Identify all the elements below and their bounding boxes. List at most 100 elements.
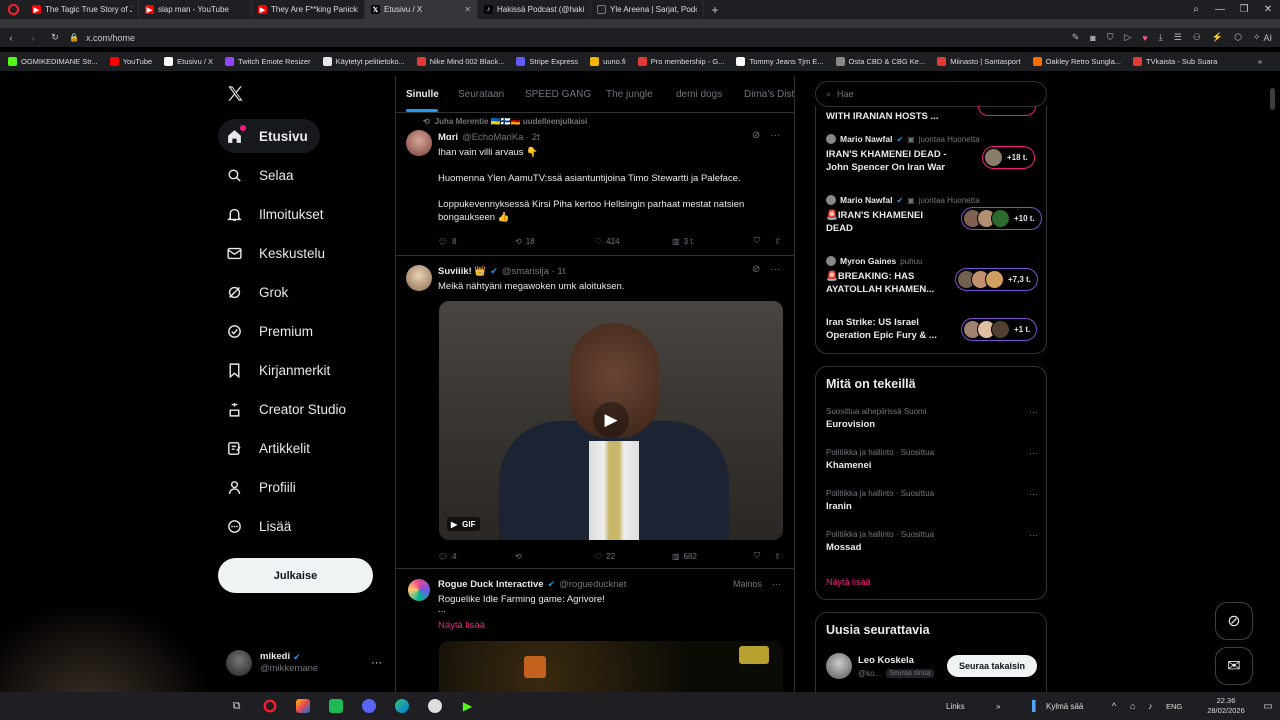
avatar[interactable]: [826, 653, 852, 679]
sidebar-item-kirjanmerkit[interactable]: Kirjanmerkit: [218, 353, 378, 387]
browser-tab[interactable]: ▶ The Tagic True Story of Ju: [26, 0, 139, 19]
kick-taskbar-icon[interactable]: ▶: [451, 699, 484, 713]
profile-icon[interactable]: ⚇: [1193, 32, 1201, 43]
trend-item[interactable]: Politiikka ja hallinto · Suosittua Mossad…: [826, 530, 1038, 566]
space-host[interactable]: Mario Nawfal ✔ ▣ juontaa Huonetta: [826, 195, 980, 205]
more-icon[interactable]: ···: [772, 579, 781, 589]
more-icon[interactable]: ···: [1029, 530, 1038, 540]
bookmark-item[interactable]: Stripe Express: [516, 57, 578, 66]
repost-button[interactable]: ⟲: [515, 552, 595, 561]
edit-icon[interactable]: ✎: [1072, 32, 1080, 43]
bookmark-item[interactable]: Etusivu / X: [164, 57, 213, 66]
trends-show-more[interactable]: Näytä lisää: [826, 577, 871, 587]
more-icon[interactable]: ···: [1029, 407, 1038, 417]
space-title[interactable]: Iran Strike: US Israel Operation Epic Fur…: [826, 316, 966, 342]
reply-button[interactable]: 💬︎ 4: [438, 552, 515, 561]
space-title[interactable]: WITH IRANIAN HOSTS ...: [826, 111, 966, 122]
trend-item[interactable]: Suosittua aihepiirissä Suomi Eurovision ··…: [826, 407, 1038, 443]
weather-label[interactable]: Kylmä sää: [1046, 702, 1112, 711]
views-button[interactable]: ▥ 3 t.: [672, 237, 754, 246]
volume-icon[interactable]: ♪: [1148, 701, 1166, 711]
camera-icon[interactable]: ◙: [1090, 33, 1095, 43]
space-listeners-pill[interactable]: +7,3 t.: [955, 268, 1038, 291]
heart-icon[interactable]: ♥: [1142, 33, 1147, 43]
tweet-author-handle[interactable]: @EchoMariKa · 2t: [462, 132, 540, 143]
sidebar-item-ilmoitukset[interactable]: Ilmoitukset: [218, 197, 378, 231]
grok-icon[interactable]: ⊘: [752, 264, 760, 275]
bookmark-item[interactable]: Miinasto | Santasport: [937, 57, 1021, 66]
minimize-button[interactable]: —: [1208, 4, 1232, 15]
more-icon[interactable]: ···: [1029, 489, 1038, 499]
shield-icon[interactable]: ⛉: [1107, 32, 1114, 43]
discord-taskbar-icon[interactable]: [352, 699, 385, 713]
space-title[interactable]: 🚨IRAN'S KHAMENEI DEAD: [826, 209, 966, 235]
network-icon[interactable]: ⌂: [1130, 701, 1148, 711]
close-window-button[interactable]: ✕: [1256, 4, 1280, 15]
sidebar-item-grok[interactable]: Grok: [218, 275, 378, 309]
like-button[interactable]: ♡ 424: [595, 237, 672, 246]
cube-icon[interactable]: ⬡: [1234, 32, 1242, 43]
feed-tab[interactable]: Dima's Dist: [744, 76, 794, 112]
back-icon[interactable]: ‹: [0, 33, 22, 43]
office-taskbar-icon[interactable]: [286, 699, 319, 713]
space-title[interactable]: IRAN'S KHAMENEI DEAD - John Spencer On Ir…: [826, 148, 966, 174]
bookmark-item[interactable]: Käytetyt pelitietoko...: [322, 57, 405, 66]
sidebar-item-etusivu[interactable]: Etusivu: [218, 119, 320, 153]
close-tab-icon[interactable]: ✕: [464, 5, 471, 14]
bookmarks-overflow-icon[interactable]: »: [1258, 57, 1280, 66]
scrollbar-thumb[interactable]: [1270, 88, 1275, 110]
tray-chevron-icon[interactable]: ^: [1112, 701, 1130, 711]
search-input[interactable]: Hae: [837, 89, 854, 99]
edge-taskbar-icon[interactable]: [385, 699, 418, 713]
space-listeners-pill[interactable]: +1 t.: [961, 318, 1038, 341]
search-tabs-icon[interactable]: ⌕: [1184, 4, 1208, 15]
feed-tab[interactable]: Sinulle: [406, 76, 439, 112]
play-icon[interactable]: ▷: [1124, 32, 1131, 43]
play-button-icon[interactable]: ▶: [593, 402, 629, 438]
clock[interactable]: 22.36 28/02/2026: [1196, 696, 1256, 716]
tweet-ad[interactable]: Rogue Duck Interactive ✔ @rogueducknet M…: [396, 570, 794, 701]
sidebar-item-profiili[interactable]: Profiili: [218, 470, 378, 504]
tweet-author-name[interactable]: Rogue Duck Interactive: [438, 579, 544, 590]
sidebar-item-artikkelit[interactable]: Artikkelit: [218, 431, 378, 465]
search-box[interactable]: ⌕ Hae: [815, 81, 1047, 107]
links-toolbar[interactable]: Links: [946, 702, 996, 711]
trend-item[interactable]: Politiikka ja hallinto · Suosittua Iranin…: [826, 489, 1038, 525]
browser-tab[interactable]: ♪ Hakissä Podcast (@hakiss: [478, 0, 591, 19]
avatar[interactable]: [406, 265, 432, 291]
sidebar-item-keskustelu[interactable]: Keskustelu: [218, 236, 378, 270]
follow-name[interactable]: Leo Koskela: [858, 655, 914, 666]
share-icon[interactable]: ⇪: [774, 552, 781, 561]
space-listeners-pill[interactable]: +10 t.: [961, 207, 1042, 230]
language-indicator[interactable]: ENG: [1166, 702, 1196, 711]
bookmark-item[interactable]: YouTube: [109, 57, 152, 66]
url-field[interactable]: x.com/home: [82, 33, 982, 43]
maximize-button[interactable]: ❐: [1232, 4, 1256, 15]
trend-item[interactable]: Politiikka ja hallinto · Suosittua Khamen…: [826, 448, 1038, 484]
menu-icon[interactable]: ☰: [1174, 32, 1182, 43]
space-host[interactable]: Myron Gaines puhuu: [826, 256, 922, 266]
more-icon[interactable]: ···: [1029, 448, 1038, 458]
grok-floating-button[interactable]: ⊘: [1215, 602, 1253, 640]
bookmark-item[interactable]: Nike Mind 002 Black...: [416, 57, 504, 66]
app-taskbar-icon[interactable]: [418, 699, 451, 713]
new-tab-button[interactable]: +: [704, 3, 726, 17]
opera-icon[interactable]: [0, 4, 26, 15]
bookmark-item[interactable]: TVkaista - Sub Suara: [1133, 57, 1217, 66]
space-listeners-pill[interactable]: +18 t.: [982, 146, 1035, 169]
notifications-icon[interactable]: ▭: [1256, 701, 1280, 712]
forward-icon[interactable]: ›: [22, 33, 44, 43]
feed-tab[interactable]: Seurataan: [458, 76, 504, 112]
space-title[interactable]: 🚨BREAKING: HAS AYATOLLAH KHAMEN...: [826, 270, 966, 296]
tweet[interactable]: ⟲ Juha Merentie 🇺🇦🇫🇮🇩🇪 uudelleenjulkaisi …: [396, 113, 794, 256]
browser-tab[interactable]: Yle Areena | Sarjat, Podcas: [591, 0, 704, 19]
tweet-author-handle[interactable]: @rogueducknet: [559, 579, 626, 590]
more-icon[interactable]: ···: [770, 130, 780, 141]
follow-back-button[interactable]: Seuraa takaisin: [947, 655, 1037, 677]
feed-tab[interactable]: SPEED GANG: [525, 76, 591, 112]
x-logo-icon[interactable]: [226, 84, 246, 106]
bookmark-icon[interactable]: ⛉: [754, 236, 774, 246]
spotify-taskbar-icon[interactable]: [319, 699, 352, 713]
opera-taskbar-icon[interactable]: [253, 699, 286, 713]
bookmark-item[interactable]: Tommy Jeans Tjm E...: [736, 57, 824, 66]
